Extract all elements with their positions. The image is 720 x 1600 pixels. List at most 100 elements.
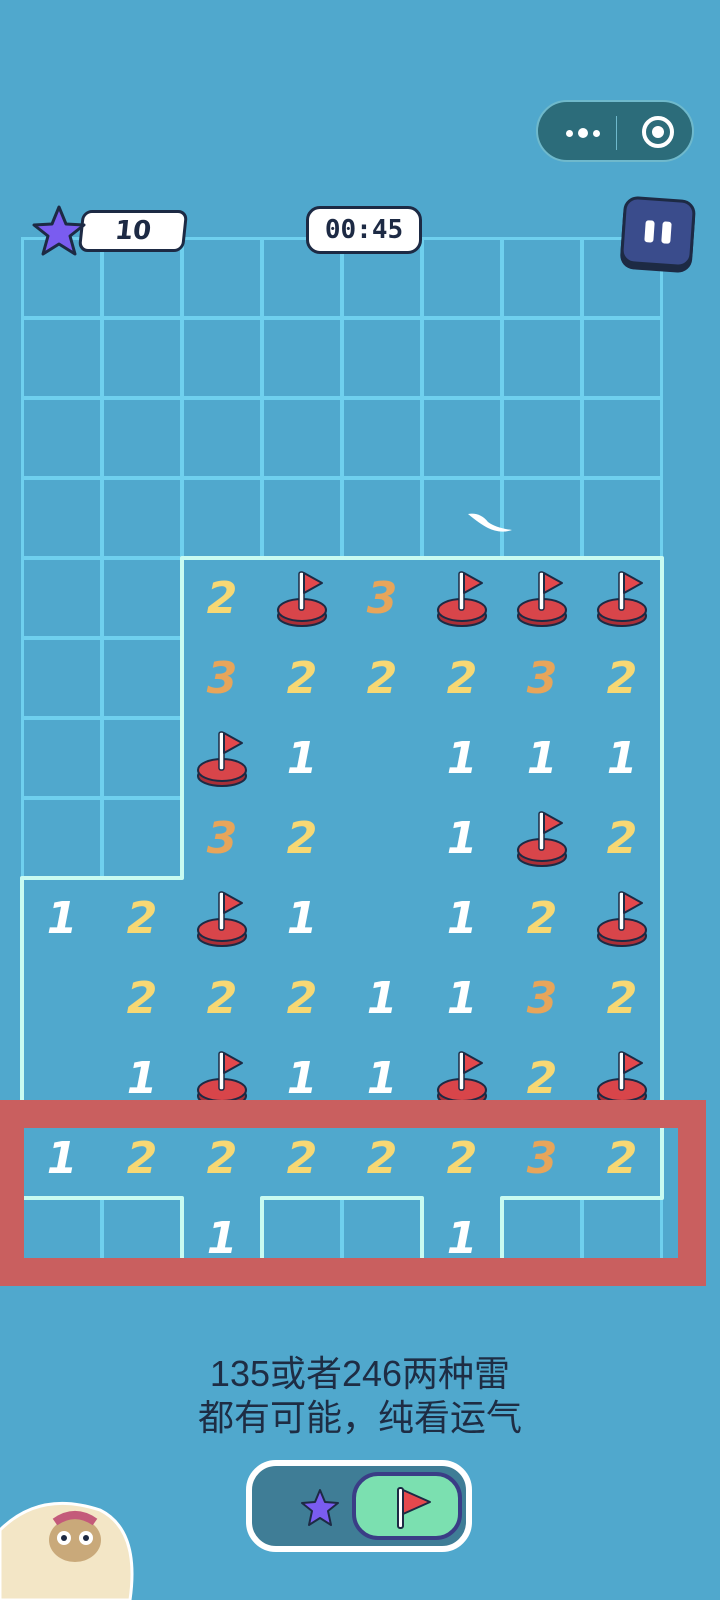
board-cell-hidden[interactable] bbox=[101, 797, 183, 879]
board-cell-hidden[interactable] bbox=[101, 397, 183, 479]
cell-number: 1 bbox=[366, 972, 398, 1024]
board-cell-hidden[interactable] bbox=[181, 477, 263, 559]
board-cell-opened[interactable]: 1 bbox=[262, 878, 342, 958]
board-cell-hidden[interactable] bbox=[341, 317, 423, 399]
board-cell-hidden[interactable] bbox=[21, 397, 103, 479]
board-cell-opened[interactable]: 1 bbox=[502, 718, 582, 798]
flag-icon bbox=[437, 571, 487, 627]
board-cell-hidden[interactable] bbox=[261, 397, 343, 479]
board-cell-hidden[interactable] bbox=[581, 397, 663, 479]
board-cell-hidden[interactable] bbox=[421, 397, 503, 479]
board-cell-hidden[interactable] bbox=[261, 477, 343, 559]
board-cell-hidden[interactable] bbox=[581, 317, 663, 399]
board-cell-hidden[interactable] bbox=[181, 237, 263, 319]
board-cell-hidden[interactable] bbox=[181, 317, 263, 399]
board-cell-opened[interactable]: 3 bbox=[182, 798, 262, 878]
board-cell-opened[interactable] bbox=[342, 878, 422, 958]
board-cell-opened[interactable] bbox=[582, 878, 662, 958]
cell-number: 1 bbox=[46, 892, 78, 944]
board-cell-opened[interactable]: 2 bbox=[262, 638, 342, 718]
board-cell-opened[interactable] bbox=[502, 558, 582, 638]
game-timer: 00:45 bbox=[306, 206, 422, 254]
board-cell-hidden[interactable] bbox=[581, 477, 663, 559]
cell-number: 2 bbox=[206, 972, 238, 1024]
board-cell-opened[interactable]: 1 bbox=[262, 718, 342, 798]
board-cell-opened[interactable]: 2 bbox=[262, 798, 342, 878]
board-cell-opened[interactable]: 2 bbox=[422, 638, 502, 718]
board-cell-opened[interactable] bbox=[22, 958, 102, 1038]
board-cell-opened[interactable]: 2 bbox=[582, 798, 662, 878]
board-cell-hidden[interactable] bbox=[261, 317, 343, 399]
board-cell-hidden[interactable] bbox=[101, 637, 183, 719]
board-cell-opened[interactable] bbox=[582, 558, 662, 638]
board-cell-opened[interactable] bbox=[262, 558, 342, 638]
flag-icon bbox=[517, 571, 567, 627]
board-cell-hidden[interactable] bbox=[101, 477, 183, 559]
flag-icon bbox=[597, 891, 647, 947]
board-cell-opened[interactable] bbox=[502, 798, 582, 878]
board-cell-hidden[interactable] bbox=[341, 477, 423, 559]
cell-number: 1 bbox=[446, 892, 478, 944]
cell-number: 2 bbox=[606, 652, 638, 704]
board-cell-opened[interactable]: 3 bbox=[502, 638, 582, 718]
board-cell-opened[interactable]: 1 bbox=[422, 718, 502, 798]
cell-number: 2 bbox=[446, 652, 478, 704]
board-cell-opened[interactable] bbox=[182, 718, 262, 798]
board-cell-hidden[interactable] bbox=[501, 397, 583, 479]
cell-number: 2 bbox=[286, 972, 318, 1024]
board-cell-hidden[interactable] bbox=[101, 557, 183, 639]
board-cell-opened[interactable] bbox=[182, 878, 262, 958]
cell-number: 2 bbox=[126, 972, 158, 1024]
flag-icon bbox=[517, 811, 567, 867]
cell-number: 2 bbox=[366, 652, 398, 704]
star-count: 10 bbox=[77, 210, 189, 252]
cell-number: 1 bbox=[606, 732, 638, 784]
board-cell-opened[interactable]: 2 bbox=[582, 638, 662, 718]
board-cell-hidden[interactable] bbox=[341, 397, 423, 479]
board-cell-opened[interactable]: 1 bbox=[582, 718, 662, 798]
board-cell-opened[interactable]: 2 bbox=[342, 638, 422, 718]
board-cell-hidden[interactable] bbox=[21, 797, 103, 879]
board-cell-hidden[interactable] bbox=[21, 637, 103, 719]
board-cell-opened[interactable]: 1 bbox=[22, 878, 102, 958]
board-cell-opened[interactable]: 2 bbox=[182, 558, 262, 638]
player-avatar[interactable] bbox=[0, 1500, 140, 1600]
cell-number: 3 bbox=[526, 972, 558, 1024]
cell-number: 2 bbox=[206, 572, 238, 624]
board-cell-opened[interactable]: 2 bbox=[102, 958, 182, 1038]
board-cell-hidden[interactable] bbox=[21, 477, 103, 559]
board-cell-hidden[interactable] bbox=[21, 557, 103, 639]
board-cell-opened[interactable] bbox=[422, 558, 502, 638]
board-cell-opened[interactable]: 2 bbox=[182, 958, 262, 1038]
board-cell-opened[interactable] bbox=[342, 718, 422, 798]
pause-button[interactable] bbox=[619, 195, 697, 269]
board-cell-opened[interactable]: 3 bbox=[342, 558, 422, 638]
board-cell-hidden[interactable] bbox=[21, 717, 103, 799]
board-cell-hidden[interactable] bbox=[181, 397, 263, 479]
cell-number: 3 bbox=[206, 812, 238, 864]
board-cell-hidden[interactable] bbox=[21, 317, 103, 399]
board-cell-opened[interactable]: 3 bbox=[502, 958, 582, 1038]
board-cell-opened[interactable]: 2 bbox=[502, 878, 582, 958]
board-cell-opened[interactable]: 1 bbox=[422, 958, 502, 1038]
mode-toggle[interactable] bbox=[246, 1460, 472, 1552]
board-cell-opened[interactable]: 1 bbox=[422, 798, 502, 878]
cell-number: 3 bbox=[206, 652, 238, 704]
board-cell-opened[interactable]: 2 bbox=[262, 958, 342, 1038]
board-cell-opened[interactable]: 2 bbox=[582, 958, 662, 1038]
board-cell-hidden[interactable] bbox=[501, 237, 583, 319]
board-cell-hidden[interactable] bbox=[421, 317, 503, 399]
board-cell-opened[interactable]: 3 bbox=[182, 638, 262, 718]
board-cell-opened[interactable]: 2 bbox=[102, 878, 182, 958]
board-cell-opened[interactable]: 1 bbox=[342, 958, 422, 1038]
board-cell-hidden[interactable] bbox=[501, 317, 583, 399]
flag-icon bbox=[197, 891, 247, 947]
board-cell-opened[interactable] bbox=[342, 798, 422, 878]
hint-text: 135或者246两种雷 都有可能，纯看运气 bbox=[0, 1352, 720, 1440]
board-cell-hidden[interactable] bbox=[421, 237, 503, 319]
cell-number: 2 bbox=[606, 812, 638, 864]
board-cell-hidden[interactable] bbox=[101, 717, 183, 799]
flag-mode-knob[interactable] bbox=[352, 1472, 462, 1540]
board-cell-opened[interactable]: 1 bbox=[422, 878, 502, 958]
board-cell-hidden[interactable] bbox=[101, 317, 183, 399]
